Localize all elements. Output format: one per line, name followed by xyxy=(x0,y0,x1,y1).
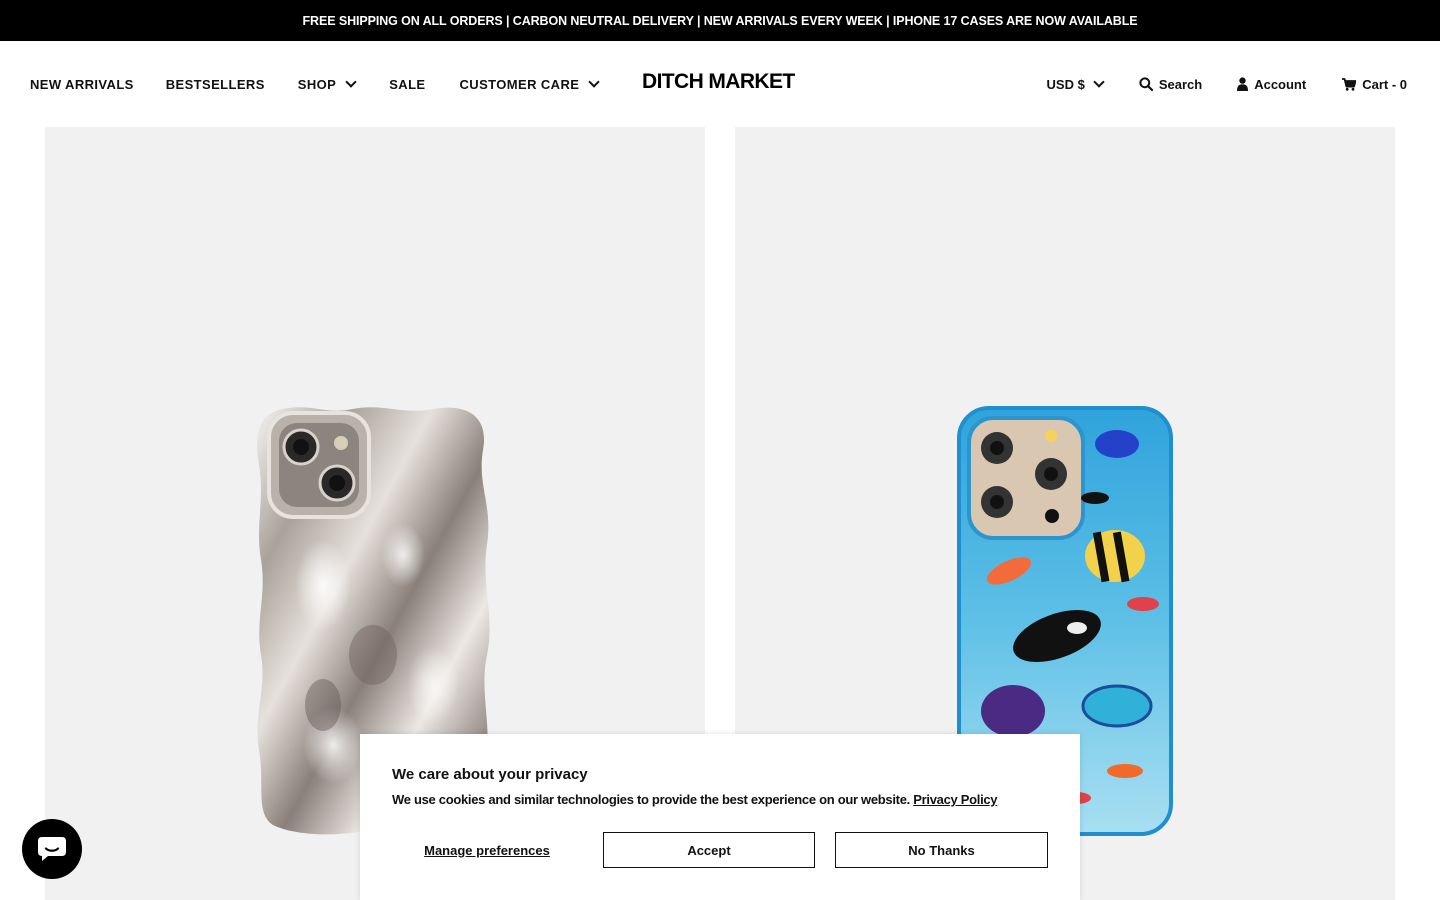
accept-button[interactable]: Accept xyxy=(603,832,815,868)
user-icon xyxy=(1237,77,1249,91)
nav-bestsellers[interactable]: BESTSELLERS xyxy=(166,77,265,92)
chevron-down-icon xyxy=(588,75,600,88)
chat-button[interactable] xyxy=(22,819,82,879)
chat-bubble-icon xyxy=(38,837,66,861)
currency-label: USD $ xyxy=(1046,76,1085,92)
search-button[interactable]: Search xyxy=(1139,77,1202,92)
chevron-down-icon xyxy=(1093,75,1105,88)
nav-sale[interactable]: SALE xyxy=(389,77,425,92)
nav-shop-label: SHOP xyxy=(297,76,337,92)
chevron-down-icon xyxy=(345,75,357,88)
manage-preferences-button[interactable]: Manage preferences xyxy=(392,832,582,868)
cookie-banner: We care about your privacy We use cookie… xyxy=(360,734,1080,900)
announcement-bar: FREE SHIPPING ON ALL ORDERS | CARBON NEU… xyxy=(0,0,1440,41)
nav-bestsellers-label: BESTSELLERS xyxy=(165,76,265,92)
cart-icon xyxy=(1342,77,1357,91)
cart-label: Cart - 0 xyxy=(1362,76,1407,92)
nav-customer-care[interactable]: CUSTOMER CARE xyxy=(459,75,600,92)
nav-new-arrivals-label: NEW ARRIVALS xyxy=(30,76,134,92)
utility-nav: USD $ Search Account Cart - 0 xyxy=(1047,41,1407,127)
nav-new-arrivals[interactable]: NEW ARRIVALS xyxy=(30,77,134,92)
announcement-text: FREE SHIPPING ON ALL ORDERS | CARBON NEU… xyxy=(302,13,1138,28)
site-logo[interactable]: DITCH MARKET xyxy=(642,70,795,94)
nav-sale-label: SALE xyxy=(389,76,426,92)
no-thanks-button[interactable]: No Thanks xyxy=(835,832,1048,868)
main-nav: NEW ARRIVALS BESTSELLERS SHOP SALE CUSTO… xyxy=(30,41,600,127)
cookie-text: We use cookies and similar technologies … xyxy=(392,792,1048,807)
currency-selector[interactable]: USD $ xyxy=(1046,75,1105,92)
search-icon xyxy=(1139,77,1153,91)
cookie-description: We use cookies and similar technologies … xyxy=(392,792,910,807)
cookie-actions: Manage preferences Accept No Thanks xyxy=(392,832,1048,868)
account-label: Account xyxy=(1254,76,1307,92)
nav-shop[interactable]: SHOP xyxy=(297,75,357,92)
account-link[interactable]: Account xyxy=(1237,77,1306,92)
search-label: Search xyxy=(1158,76,1203,92)
site-header: NEW ARRIVALS BESTSELLERS SHOP SALE CUSTO… xyxy=(0,41,1440,127)
nav-customer-care-label: CUSTOMER CARE xyxy=(459,76,580,92)
privacy-policy-link[interactable]: Privacy Policy xyxy=(913,792,997,807)
cookie-title: We care about your privacy xyxy=(392,766,588,783)
cart-link[interactable]: Cart - 0 xyxy=(1342,77,1407,92)
